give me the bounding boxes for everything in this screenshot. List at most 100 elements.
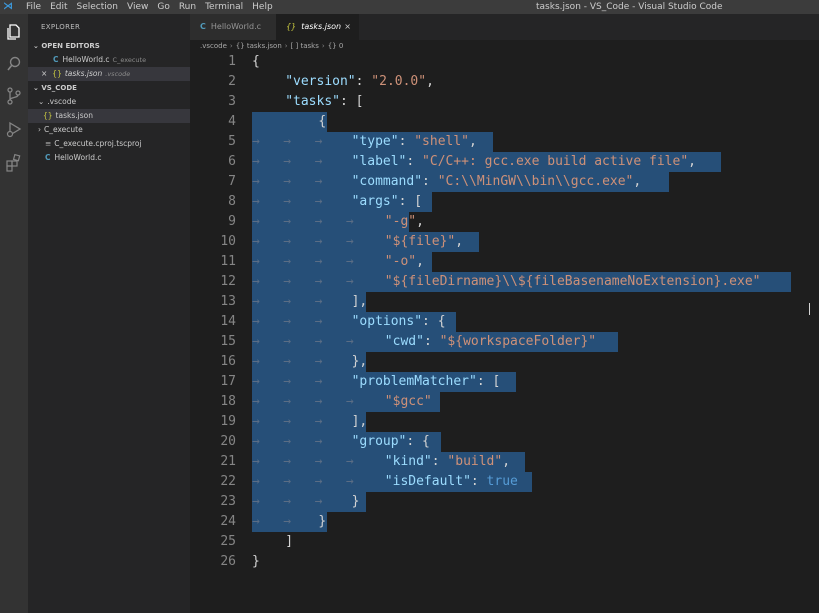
code-line: } xyxy=(318,512,326,532)
search-icon[interactable] xyxy=(4,54,24,74)
c-file-icon: C xyxy=(200,22,206,31)
chevron-right-icon: › xyxy=(284,42,288,50)
code-editor[interactable]: → → → → → → → → → → → → → → → → → → → → … xyxy=(190,52,819,613)
json-key: "args" xyxy=(351,194,399,209)
line-number: 19 xyxy=(220,414,236,429)
tree-item-label: .vscode xyxy=(47,97,77,106)
json-punctuation: , xyxy=(455,234,464,249)
code-line: "problemMatcher": [ xyxy=(352,372,501,392)
breadcrumb-item[interactable]: {} tasks.json xyxy=(236,42,282,50)
breadcrumb-item[interactable]: .vscode xyxy=(200,42,227,50)
tree-item-label: C_execute xyxy=(44,125,83,134)
code-line: "${fileDirname}\\${fileBasenameNoExtensi… xyxy=(385,272,761,292)
run-debug-icon[interactable] xyxy=(4,119,24,139)
whitespace-markers: → → → → xyxy=(252,474,354,489)
menu-view[interactable]: View xyxy=(127,0,148,14)
json-string: "${file}" xyxy=(384,234,456,249)
chevron-right-icon: › xyxy=(229,42,233,50)
menu-go[interactable]: Go xyxy=(157,0,169,14)
line-number: 11 xyxy=(220,254,236,269)
json-punctuation: : xyxy=(398,134,415,149)
code-line: "cwd": "${workspaceFolder}" xyxy=(385,332,596,352)
open-editor-item-tasks[interactable]: × {} tasks.json .vscode xyxy=(28,67,190,81)
whitespace-markers: → → → xyxy=(252,294,323,309)
code-line: "options": { xyxy=(352,312,446,332)
code-line: "group": { xyxy=(352,432,430,452)
line-number: 8 xyxy=(228,194,236,209)
tree-item-label: C_execute.cproj.tscproj xyxy=(54,139,142,148)
whitespace-markers: → → → xyxy=(252,134,323,149)
menu-selection[interactable]: Selection xyxy=(77,0,118,14)
open-editors-section[interactable]: ⌄ OPEN EDITORS xyxy=(28,39,190,53)
breadcrumb-item[interactable]: [ ] tasks xyxy=(291,42,319,50)
code-line: } xyxy=(352,492,360,512)
line-number: 12 xyxy=(220,274,236,289)
breadcrumb: .vscode ›{} tasks.json ›[ ] tasks ›{} 0 xyxy=(190,40,819,52)
tree-item-label: HelloWorld.c xyxy=(54,153,102,162)
json-key: "command" xyxy=(351,174,423,189)
whitespace-markers: → → → xyxy=(252,314,323,329)
line-number: 16 xyxy=(220,354,236,369)
tree-folder-c-execute[interactable]: › C_execute xyxy=(28,123,190,137)
explorer-icon[interactable] xyxy=(4,22,24,42)
line-number: 7 xyxy=(228,174,236,189)
whitespace-markers: → → → → xyxy=(252,454,354,469)
json-punctuation: , xyxy=(416,214,424,229)
json-key: "options" xyxy=(351,314,423,329)
code-line: "tasks": [ xyxy=(285,92,363,112)
menu-edit[interactable]: Edit xyxy=(50,0,67,14)
line-number: 22 xyxy=(220,474,236,489)
json-punctuation: : { xyxy=(422,314,446,329)
tab-helloworld-c[interactable]: C HelloWorld.c xyxy=(190,14,276,40)
json-file-icon: {} xyxy=(286,22,297,31)
menu-file[interactable]: File xyxy=(26,0,41,14)
line-number: 2 xyxy=(228,74,236,89)
source-control-icon[interactable] xyxy=(4,86,24,106)
line-number: 26 xyxy=(220,554,236,569)
window-title: tasks.json - VS_Code - Visual Studio Cod… xyxy=(536,2,723,12)
json-key: "cwd" xyxy=(384,334,424,349)
breadcrumb-item[interactable]: {} 0 xyxy=(328,42,344,50)
whitespace-markers: → → → xyxy=(252,354,323,369)
workspace-section[interactable]: ⌄ VS_CODE xyxy=(28,81,190,95)
tab-label: tasks.json xyxy=(301,22,342,31)
json-punctuation: : xyxy=(431,454,448,469)
whitespace-markers: → → xyxy=(252,514,292,529)
open-editor-detail: C_execute xyxy=(112,56,147,64)
tree-file-helloworld[interactable]: C HelloWorld.c xyxy=(28,151,190,165)
code-line: "type": "shell", xyxy=(352,132,477,152)
close-tab-icon[interactable]: × xyxy=(344,14,351,40)
tree-folder-vscode[interactable]: ⌄ .vscode xyxy=(28,95,190,109)
code-line: "${file}", xyxy=(385,232,463,252)
json-punctuation: }, xyxy=(351,354,368,369)
json-string: "$gcc" xyxy=(384,394,432,409)
tree-file-tasks-json[interactable]: {} tasks.json xyxy=(28,109,190,123)
json-punctuation: { xyxy=(318,114,327,129)
line-number: 13 xyxy=(220,294,236,309)
menu-run[interactable]: Run xyxy=(179,0,196,14)
json-punctuation: { xyxy=(252,54,260,69)
workspace-label: VS_CODE xyxy=(41,84,77,92)
line-number: 15 xyxy=(220,334,236,349)
json-key: "group" xyxy=(351,434,407,449)
menu-help[interactable]: Help xyxy=(252,0,273,14)
close-icon[interactable]: × xyxy=(41,69,47,78)
json-key: "kind" xyxy=(384,454,432,469)
menu-terminal[interactable]: Terminal xyxy=(205,0,243,14)
line-number: 9 xyxy=(228,214,236,229)
open-editor-item-helloworld[interactable]: C HelloWorld.c C_execute xyxy=(28,53,190,67)
open-editor-name: HelloWorld.c xyxy=(62,55,110,64)
c-file-icon: C xyxy=(45,153,51,162)
line-number: 5 xyxy=(228,134,236,149)
tree-file-tscproj[interactable]: ≡ C_execute.cproj.tscproj xyxy=(28,137,190,151)
selection-highlight xyxy=(252,112,327,132)
extensions-icon[interactable] xyxy=(4,153,24,173)
tab-tasks-json[interactable]: {} tasks.json × xyxy=(276,14,359,40)
json-string: "${workspaceFolder}" xyxy=(439,334,597,349)
activity-bar xyxy=(0,14,28,613)
project-file-icon: ≡ xyxy=(45,139,52,148)
json-punctuation: } xyxy=(351,494,360,509)
code-line: "version": "2.0.0", xyxy=(285,72,434,92)
json-key: "type" xyxy=(351,134,399,149)
whitespace-markers: → → → → xyxy=(252,394,354,409)
